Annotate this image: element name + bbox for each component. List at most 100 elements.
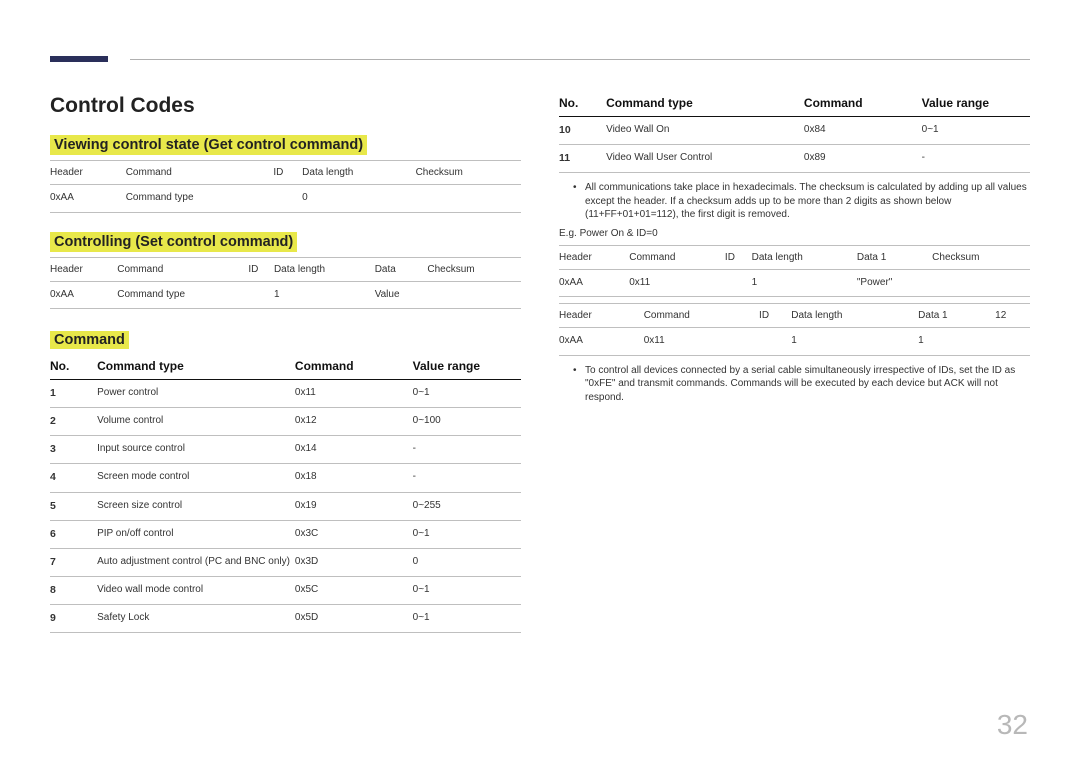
table-row: 5Screen size control0x190~255 <box>50 492 521 520</box>
table-row: 0xAA 0x11 1 "Power" <box>559 269 1030 297</box>
td: 1 <box>274 281 375 309</box>
td: 0~1 <box>413 605 521 633</box>
th-command-type: Command type <box>606 90 804 117</box>
td: 7 <box>50 548 97 576</box>
content-columns: Control Codes Viewing control state (Get… <box>50 90 1030 633</box>
td: Input source control <box>97 436 295 464</box>
th: ID <box>248 257 274 281</box>
td: 11 <box>559 145 606 173</box>
th: ID <box>759 304 791 328</box>
td <box>248 281 274 309</box>
td: 6 <box>50 520 97 548</box>
td: Video Wall User Control <box>606 145 804 173</box>
example-label: E.g. Power On & ID=0 <box>559 228 1030 239</box>
th: Checksum <box>932 245 1030 269</box>
td: 0x5C <box>295 576 413 604</box>
td <box>932 269 1030 297</box>
td: PIP on/off control <box>97 520 295 548</box>
table-set-command: Header Command ID Data length Data Check… <box>50 257 521 310</box>
td: 0x11 <box>629 269 725 297</box>
td: 10 <box>559 117 606 145</box>
td: 5 <box>50 492 97 520</box>
table-row: 9Safety Lock0x5D0~1 <box>50 605 521 633</box>
td: 0~1 <box>413 576 521 604</box>
td: 0xAA <box>50 185 126 213</box>
td <box>725 269 752 297</box>
th-no: No. <box>559 90 606 117</box>
table-row: 8Video wall mode control0x5C0~1 <box>50 576 521 604</box>
th: Header <box>50 161 126 185</box>
th-value-range: Value range <box>922 90 1030 117</box>
th: Checksum <box>416 161 521 185</box>
th: Data length <box>752 245 857 269</box>
th-value-range: Value range <box>413 353 521 380</box>
th: Command <box>117 257 248 281</box>
th: Data 1 <box>857 245 932 269</box>
section-heading-command: Command <box>50 331 129 349</box>
table-row: 11Video Wall User Control0x89- <box>559 145 1030 173</box>
table-row: 4Screen mode control0x18- <box>50 464 521 492</box>
section-heading-controlling: Controlling (Set control command) <box>50 232 297 252</box>
td: 0xAA <box>559 269 629 297</box>
table-row: 0xAA Command type 1 Value <box>50 281 521 309</box>
right-column: No. Command type Command Value range 10V… <box>559 90 1030 633</box>
th: Command <box>644 304 759 328</box>
td: 0x3D <box>295 548 413 576</box>
td: 1 <box>752 269 857 297</box>
note-list: All communications take place in hexadec… <box>573 181 1030 222</box>
th: ID <box>725 245 752 269</box>
td: 0xAA <box>559 328 644 356</box>
td: Power control <box>97 380 295 408</box>
td: 9 <box>50 605 97 633</box>
td: 1 <box>918 328 995 356</box>
table-row: 1Power control0x110~1 <box>50 380 521 408</box>
table-row: 10Video Wall On0x840~1 <box>559 117 1030 145</box>
td: 0~1 <box>922 117 1030 145</box>
th: Data length <box>302 161 415 185</box>
table-row: 0xAA Command type 0 <box>50 185 521 213</box>
table-row: 6PIP on/off control0x3C0~1 <box>50 520 521 548</box>
td: 0x3C <box>295 520 413 548</box>
td: 0x84 <box>804 117 922 145</box>
td <box>995 328 1030 356</box>
th-no: No. <box>50 353 97 380</box>
th: ID <box>273 161 302 185</box>
td: - <box>922 145 1030 173</box>
td: 0x11 <box>644 328 759 356</box>
td: Video wall mode control <box>97 576 295 604</box>
td: 0x5D <box>295 605 413 633</box>
td: Value <box>375 281 428 309</box>
td <box>427 281 521 309</box>
th: Data 1 <box>918 304 995 328</box>
td: 0x89 <box>804 145 922 173</box>
th: Data length <box>791 304 918 328</box>
table-example-a: Header Command ID Data length Data 1 Che… <box>559 245 1030 298</box>
td: 0x11 <box>295 380 413 408</box>
td: Screen size control <box>97 492 295 520</box>
td: 0x12 <box>295 408 413 436</box>
td: 3 <box>50 436 97 464</box>
td: 1 <box>791 328 918 356</box>
page-title: Control Codes <box>50 94 521 118</box>
td: Video Wall On <box>606 117 804 145</box>
td: Volume control <box>97 408 295 436</box>
table-example-b: Header Command ID Data length Data 1 12 … <box>559 303 1030 356</box>
table-row: 7Auto adjustment control (PC and BNC onl… <box>50 548 521 576</box>
td: - <box>413 436 521 464</box>
td: 0xAA <box>50 281 117 309</box>
th: Header <box>559 304 644 328</box>
td: 0x19 <box>295 492 413 520</box>
th-command-type: Command type <box>97 353 295 380</box>
th: Data <box>375 257 428 281</box>
table-command-list-right: No. Command type Command Value range 10V… <box>559 90 1030 173</box>
table-command-list-left: No. Command type Command Value range 1Po… <box>50 353 521 633</box>
th: 12 <box>995 304 1030 328</box>
header-accent-bar <box>50 56 108 62</box>
table-row: 2Volume control0x120~100 <box>50 408 521 436</box>
th-command: Command <box>295 353 413 380</box>
td: 0~1 <box>413 520 521 548</box>
td: 1 <box>50 380 97 408</box>
td: 0x14 <box>295 436 413 464</box>
th-command: Command <box>804 90 922 117</box>
td: 0~255 <box>413 492 521 520</box>
